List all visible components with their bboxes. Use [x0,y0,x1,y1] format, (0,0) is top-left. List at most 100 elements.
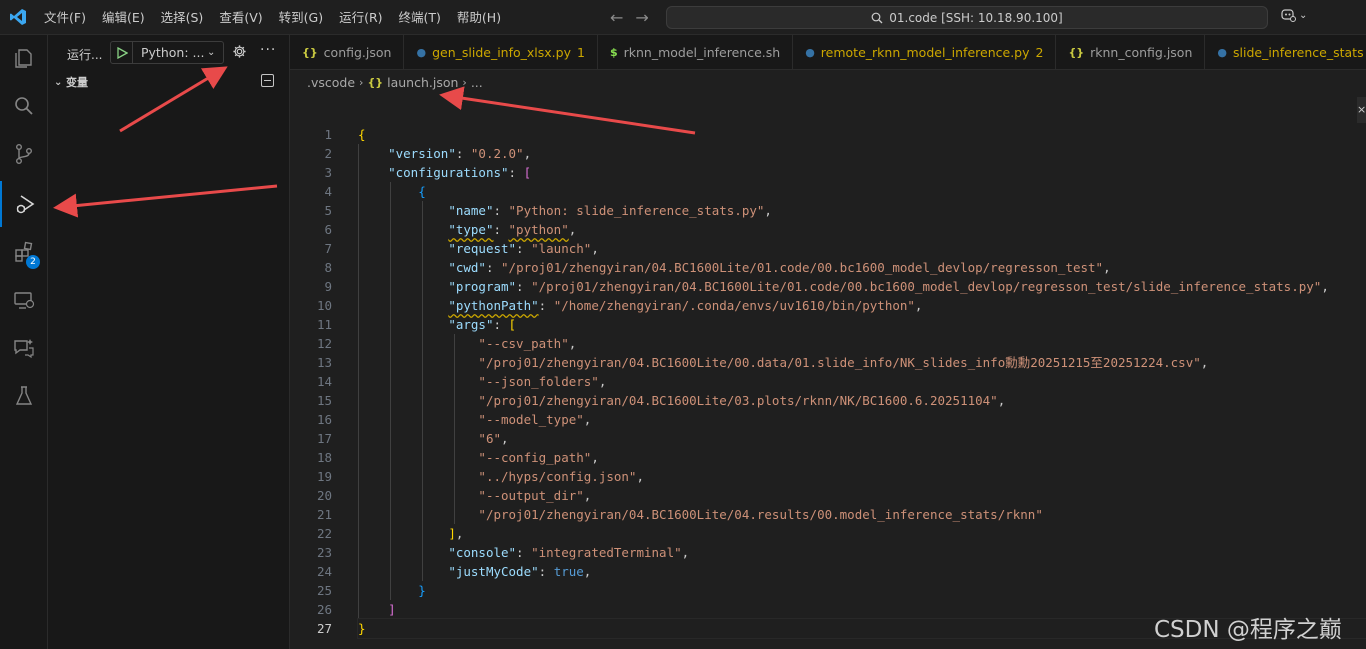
editor-tab[interactable]: $ rknn_model_inference.sh [598,35,794,69]
code-line[interactable]: "cwd": "/proj01/zhengyiran/04.BC1600Lite… [358,258,1366,277]
code-token: "/proj01/zhengyiran/04.BC1600Lite/04.res… [478,507,1043,522]
code-editor[interactable]: 1 2 3 4 5 6 7 8 9 10 11 12 13 14 15 16 17 18 19 20 21 22 23 24 2… [290,95,1366,649]
code-line[interactable]: "console": "integratedTerminal", [358,543,1366,562]
editor-tab[interactable]: ● slide_inference_stats [1205,35,1366,69]
line-number: 21 [316,507,332,522]
line-number: 7 [324,241,332,256]
code-line[interactable]: "/proj01/zhengyiran/04.BC1600Lite/04.res… [358,505,1366,524]
code-content[interactable]: { "version": "0.2.0", "configurations": … [357,125,1366,639]
code-token: : [516,241,532,256]
code-token: : [516,545,532,560]
start-debugging-button[interactable] [111,42,133,63]
back-arrow-icon[interactable]: ← [610,8,623,27]
extensions-icon[interactable]: 2 [0,229,48,275]
run-config-dropdown[interactable]: Python: ... ⌄ [110,41,224,64]
code-line[interactable]: "/proj01/zhengyiran/04.BC1600Lite/00.dat… [358,353,1366,372]
close-icon[interactable]: × [1357,97,1366,123]
code-token: "/home/zhengyiran/.conda/envs/uv1610/bin… [553,298,915,313]
code-token: , [591,241,599,256]
chevron-right-icon: › [462,75,467,89]
code-token: "integratedTerminal" [531,545,682,560]
line-number: 23 [316,545,332,560]
code-token: , [591,450,599,465]
code-line[interactable]: "pythonPath": "/home/zhengyiran/.conda/e… [358,296,1366,315]
line-number: 5 [324,203,332,218]
code-line[interactable]: "version": "0.2.0", [358,144,1366,163]
code-line[interactable]: } [358,581,1366,600]
code-line[interactable]: "--model_type", [358,410,1366,429]
play-icon [116,46,128,59]
menu-item[interactable]: 终端(T) [391,0,449,35]
code-line[interactable]: "--config_path", [358,448,1366,467]
menu-item[interactable]: 编辑(E) [94,0,153,35]
more-actions-icon[interactable]: ··· [260,42,276,58]
code-token: : [516,279,532,294]
remote-explorer-icon[interactable] [0,277,48,323]
editor-tab[interactable]: {} config.json [290,35,405,69]
menu-item[interactable]: 转到(G) [271,0,331,35]
line-number: 8 [324,260,332,275]
code-line[interactable]: "--csv_path", [358,334,1366,353]
run-and-debug-icon[interactable] [0,181,48,227]
editor-tabs: {} config.json ● gen_slide_info_xlsx.py 1 $ rk… [290,35,1366,70]
menu-item[interactable]: 文件(F) [36,0,94,35]
testing-flask-icon[interactable] [0,373,48,419]
tab-label: config.json [323,45,392,60]
line-number: 14 [316,374,332,389]
chat-icon[interactable] [0,325,48,371]
code-token: "launch" [531,241,592,256]
code-line[interactable]: "args": [ [358,315,1366,334]
explorer-icon[interactable] [0,35,48,81]
code-line[interactable]: { [358,125,1366,144]
open-launch-json-gear-button[interactable] [232,44,247,62]
code-token: "--output_dir" [478,488,584,503]
forward-arrow-icon[interactable]: → [635,8,648,27]
menu-item[interactable]: 运行(R) [331,0,390,35]
code-line[interactable]: "/proj01/zhengyiran/04.BC1600Lite/03.plo… [358,391,1366,410]
code-line[interactable]: { [358,182,1366,201]
command-center-search[interactable]: 01.code [SSH: 10.18.90.100] [666,6,1268,29]
breadcrumb: .vscode › {} launch.json › ... [307,73,483,91]
code-token: , [455,526,464,541]
code-line[interactable]: "program": "/proj01/zhengyiran/04.BC1600… [358,277,1366,296]
code-line[interactable]: "justMyCode": true, [358,562,1366,581]
code-line[interactable]: "configurations": [ [358,163,1366,182]
code-line[interactable]: "6", [358,429,1366,448]
code-line[interactable]: "type": "python", [358,220,1366,239]
code-token: , [636,469,644,484]
variables-section-header[interactable]: ⌄ 变量 [48,71,290,93]
code-line[interactable]: "--json_folders", [358,372,1366,391]
editor-tab[interactable]: {} rknn_config.json [1056,35,1206,69]
menu-item[interactable]: 查看(V) [211,0,270,35]
menu-item[interactable]: 帮助(H) [449,0,509,35]
source-control-icon[interactable] [0,131,48,177]
run-config-label: Python: ... [141,45,205,60]
code-token: [ [508,317,517,332]
line-number: 19 [316,469,332,484]
copilot-menu-button[interactable]: ⌄ [1280,7,1307,23]
breadcrumb-file[interactable]: launch.json [387,75,458,90]
breadcrumb-symbol[interactable]: ... [471,75,483,90]
menu-item[interactable]: 选择(S) [153,0,212,35]
code-line[interactable]: ], [358,524,1366,543]
editor-tab[interactable]: ● gen_slide_info_xlsx.py 1 [404,35,598,69]
code-line[interactable]: "name": "Python: slide_inference_stats.p… [358,201,1366,220]
code-line[interactable]: "request": "launch", [358,239,1366,258]
code-token: "0.2.0" [470,146,524,161]
nav-arrows: ← → [610,0,649,35]
code-line[interactable]: "--output_dir", [358,486,1366,505]
code-token: , [583,564,592,579]
search-icon[interactable] [0,83,48,129]
editor-tab[interactable]: ● remote_rknn_model_inference.py 2 [793,35,1057,69]
search-icon [871,12,883,23]
code-token: "configurations" [388,165,509,180]
collapse-all-icon[interactable] [261,74,274,87]
breadcrumb-folder[interactable]: .vscode [307,75,355,90]
code-line[interactable]: "../hyps/config.json", [358,467,1366,486]
